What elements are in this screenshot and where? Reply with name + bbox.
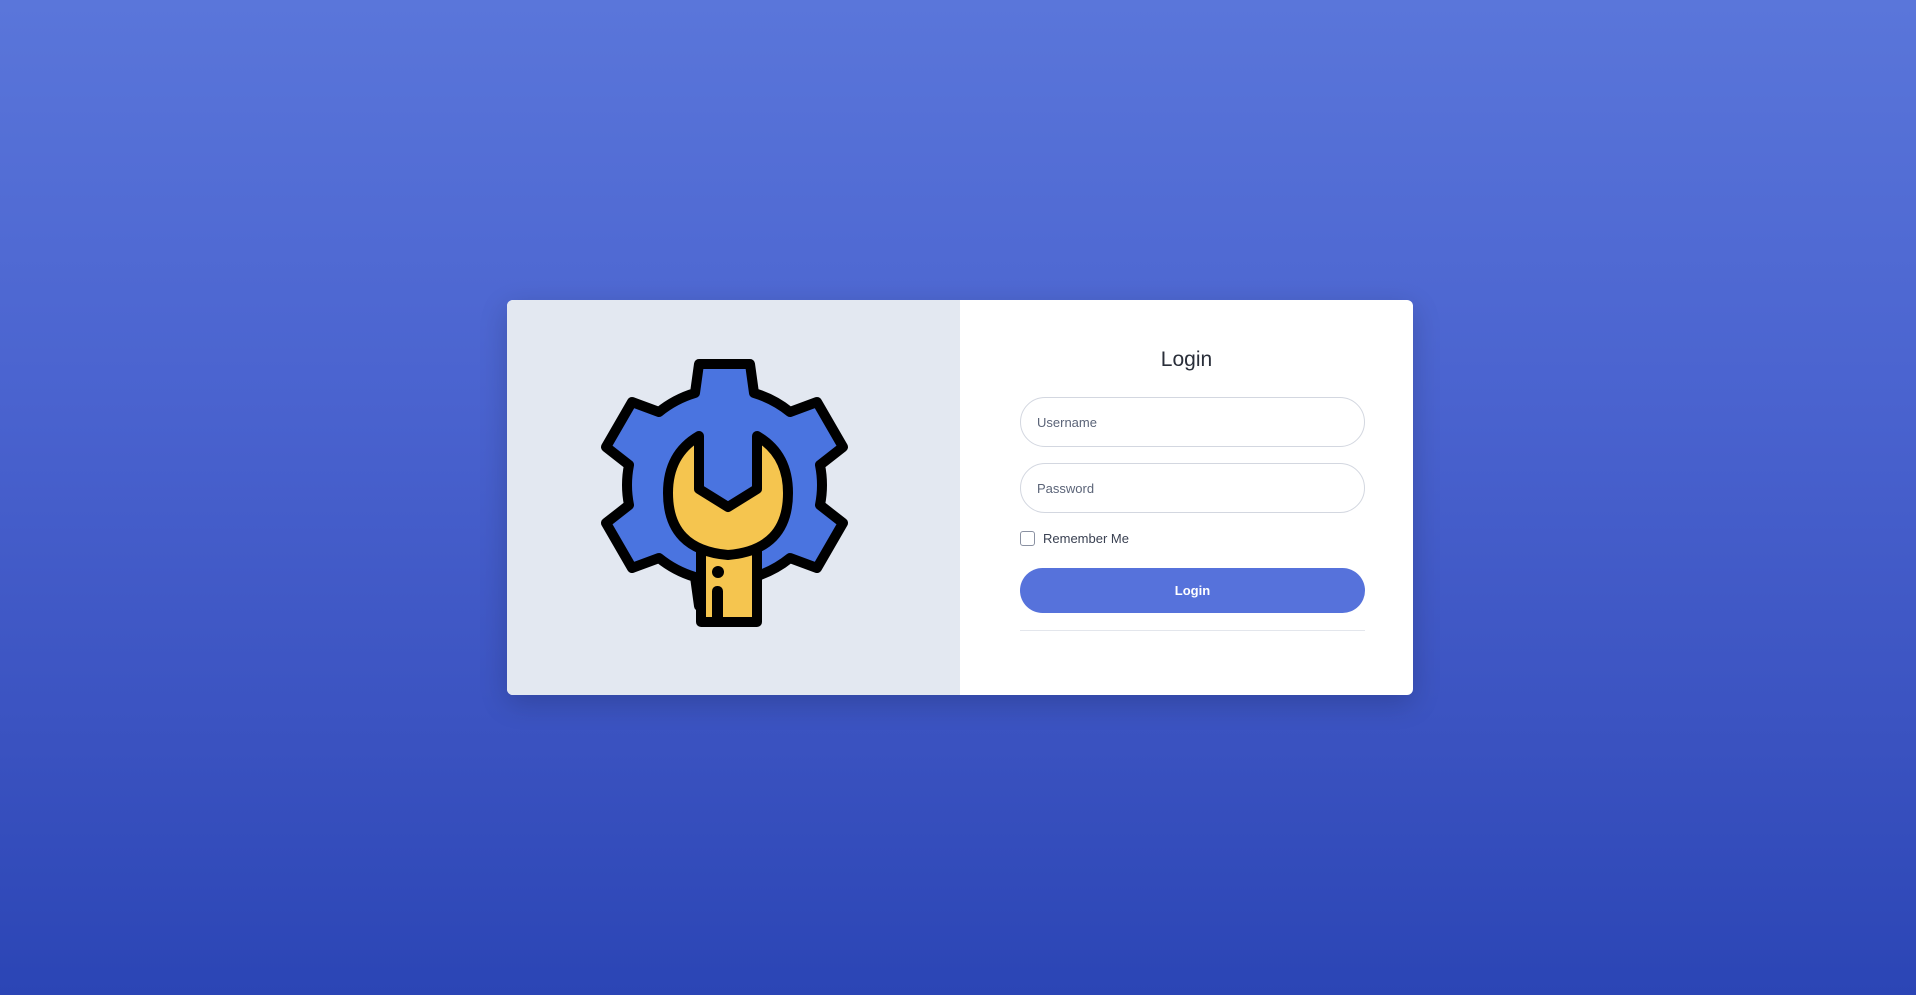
info-dot [712, 566, 724, 578]
remember-me[interactable]: Remember Me [1020, 531, 1129, 546]
remember-me-checkbox[interactable] [1020, 531, 1035, 546]
info-stem [712, 586, 723, 622]
login-button[interactable]: Login [1020, 568, 1365, 613]
divider [1020, 630, 1365, 631]
login-page: { "login": { "title": "Login", "username… [0, 0, 1916, 995]
username-input[interactable] [1020, 397, 1365, 447]
remember-me-label: Remember Me [1043, 531, 1129, 546]
login-form: Login Remember Me Login [960, 300, 1413, 695]
login-card: Login Remember Me Login [507, 300, 1413, 695]
logo-panel [507, 300, 960, 695]
gear-wrench-icon [601, 359, 848, 627]
password-input[interactable] [1020, 463, 1365, 513]
login-title: Login [1160, 348, 1213, 371]
